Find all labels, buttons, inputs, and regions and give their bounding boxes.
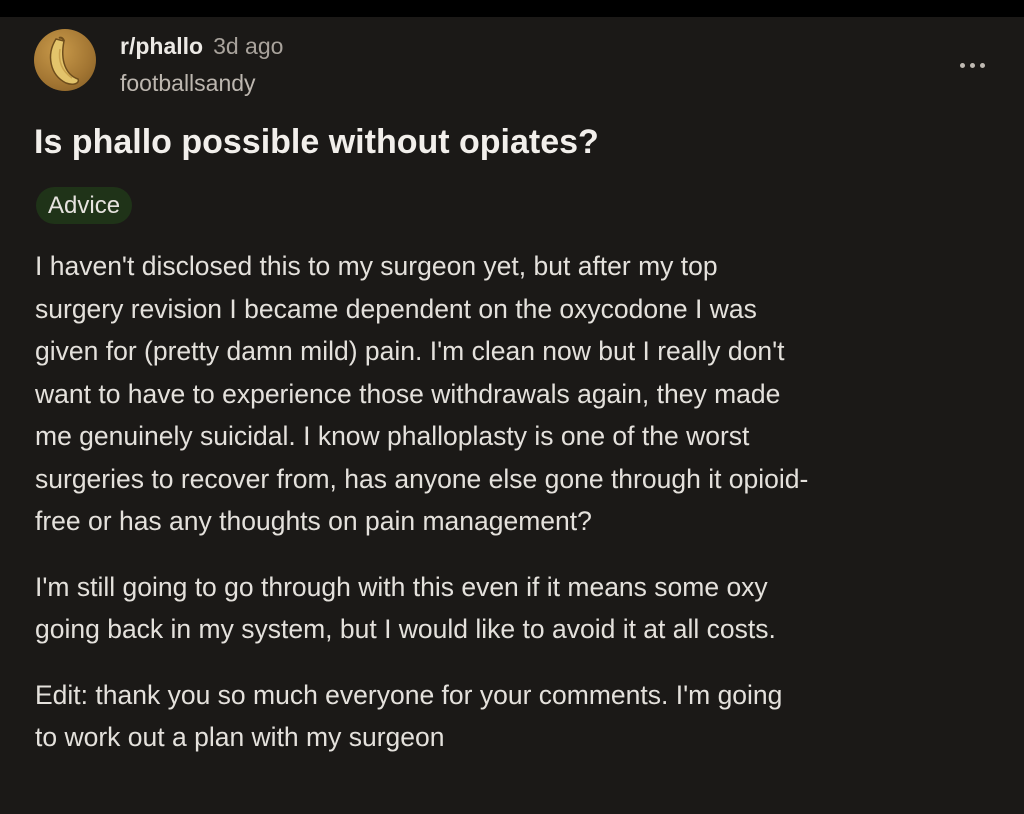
body-line: I'm still going to go through with this …: [35, 571, 768, 602]
body-line: Edit: thank you so much everyone for you…: [35, 679, 783, 710]
body-line: want to have to experience those withdra…: [35, 378, 781, 409]
status-bar: [0, 0, 1024, 17]
body-line: to work out a plan with my surgeon: [35, 722, 445, 752]
body-paragraph: I'm still going to go through with this …: [35, 566, 1005, 651]
post-card: r/phallo 3d ago footballsandy Is phallo …: [0, 17, 1024, 814]
body-line: surgeries to recover from, has anyone el…: [35, 463, 809, 494]
more-options-button[interactable]: [950, 51, 994, 79]
post-body: I haven't disclosed this to my surgeon y…: [35, 245, 1005, 782]
post-age: 3d ago: [213, 33, 284, 59]
username-link[interactable]: footballsandy: [120, 70, 256, 97]
banana-icon: [49, 36, 80, 85]
body-line: going back in my system, but I would lik…: [35, 614, 776, 644]
body-line: free or has any thoughts on pain managem…: [35, 506, 592, 536]
more-horizontal-icon: [969, 62, 975, 68]
more-horizontal-icon: [959, 62, 965, 68]
body-paragraph: Edit: thank you so much everyone for you…: [35, 674, 1005, 759]
post-title[interactable]: Is phallo possible without opiates?: [34, 123, 994, 162]
avatar[interactable]: [34, 29, 96, 91]
subreddit-link[interactable]: r/phallo: [120, 33, 203, 60]
body-line: me genuinely suicidal. I know phalloplas…: [35, 421, 750, 451]
post-meta: r/phallo 3d ago: [120, 33, 283, 61]
body-line: given for (pretty damn mild) pain. I'm c…: [35, 336, 785, 366]
body-line: surgery revision I became dependent on t…: [35, 293, 757, 324]
body-line: I haven't disclosed this to my surgeon y…: [35, 251, 718, 281]
more-horizontal-icon: [979, 62, 985, 68]
body-paragraph: I haven't disclosed this to my surgeon y…: [35, 245, 1005, 543]
flair-badge[interactable]: Advice: [36, 187, 133, 224]
